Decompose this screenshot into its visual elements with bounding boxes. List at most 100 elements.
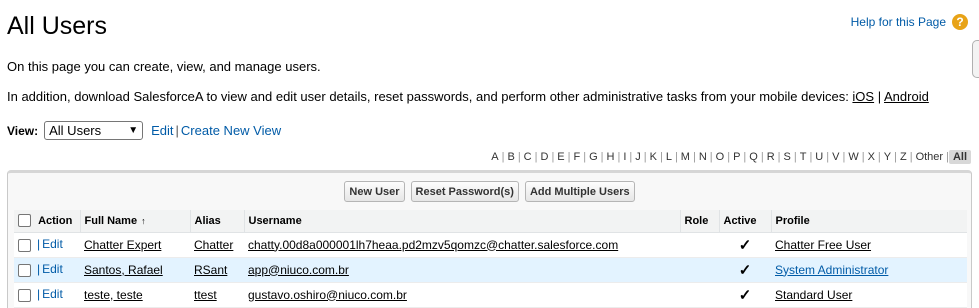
row-checkbox[interactable] — [18, 263, 31, 277]
full-name-cell: Chatter Expert — [80, 232, 190, 258]
view-links: Edit | Create New View — [151, 123, 281, 138]
username-cell: app@niuco.com.br — [244, 257, 680, 283]
users-list-panel: New User Reset Password(s) Add Multiple … — [7, 170, 972, 308]
alphabet-filter-h[interactable]: H — [604, 151, 618, 163]
alias-cell: RSant — [190, 257, 244, 283]
table-row: | Edit Chatter Expert Chatter chatty.00d8a00… — [14, 232, 967, 258]
active-cell: ✓ — [719, 257, 771, 283]
username-link[interactable]: gustavo.oshiro@niuco.com.br — [248, 288, 407, 302]
edit-user-link[interactable]: Edit — [42, 262, 63, 276]
page-title: All Users — [7, 12, 108, 40]
edit-user-link[interactable]: Edit — [42, 287, 63, 301]
profile-link[interactable]: Standard User — [775, 288, 852, 302]
alphabet-filter-d[interactable]: D — [537, 151, 551, 163]
sort-ascending-icon: ↑ — [141, 215, 146, 226]
help-area: Help for this Page ? — [851, 14, 968, 30]
role-cell — [680, 282, 719, 308]
alphabet-filter-p[interactable]: P — [730, 151, 743, 163]
ios-link[interactable]: iOS — [852, 89, 874, 104]
alphabet-filter-n[interactable]: N — [696, 151, 710, 163]
alphabet-filter-u[interactable]: U — [812, 151, 826, 163]
alias-link[interactable]: RSant — [194, 263, 227, 277]
alias-link[interactable]: Chatter — [194, 238, 233, 252]
action-cell: | Edit — [14, 232, 80, 258]
column-header-username[interactable]: Username — [243, 210, 680, 233]
android-link[interactable]: Android — [884, 89, 929, 104]
alphabet-filter-y[interactable]: Y — [881, 151, 894, 163]
user-name-link[interactable]: Chatter Expert — [84, 238, 161, 252]
column-label-full-name: Full Name — [84, 214, 138, 227]
view-select[interactable]: All Users ▼ — [44, 121, 144, 140]
alphabet-filter-c[interactable]: C — [521, 151, 535, 163]
alphabet-filter-o[interactable]: O — [713, 151, 728, 163]
alphabet-filter-j[interactable]: J — [632, 151, 644, 163]
full-name-cell: Santos, Rafael — [80, 257, 190, 283]
profile-cell: Chatter Free User — [771, 232, 967, 258]
view-link-separator: | — [175, 123, 179, 138]
alphabet-filter-a[interactable]: A — [488, 151, 501, 163]
alphabet-filter-i[interactable]: I — [620, 151, 629, 163]
action-cell: | Edit — [14, 282, 80, 308]
alphabet-filter: A | B | C | D | E | F | G | H | I | J | K | L | M | N | O | P | Q | R | S | T |… — [488, 150, 971, 164]
alphabet-filter-s[interactable]: S — [781, 151, 794, 163]
role-cell — [680, 257, 719, 283]
row-checkbox[interactable] — [18, 288, 31, 302]
alphabet-filter-g[interactable]: G — [586, 151, 601, 163]
table-header-row: Action Full Name ↑ Alias Username Role Ac… — [14, 210, 967, 233]
alias-cell: Chatter — [190, 232, 244, 258]
profile-link[interactable]: Chatter Free User — [775, 238, 871, 252]
username-link[interactable]: chatty.00d8a000001lh7heaa.pd2mzv5qomzc@c… — [248, 238, 618, 252]
alphabet-filter-m[interactable]: M — [678, 151, 693, 163]
alphabet-filter-x[interactable]: X — [865, 151, 878, 163]
column-header-full-name[interactable]: Full Name ↑ — [79, 210, 190, 233]
checkmark-icon: ✓ — [738, 261, 752, 279]
action-separator: | — [37, 237, 41, 252]
alphabet-filter-b[interactable]: B — [504, 151, 517, 163]
reset-password-button[interactable]: Reset Password(s) — [410, 181, 519, 202]
help-icon[interactable]: ? — [952, 14, 968, 30]
username-link[interactable]: app@niuco.com.br — [248, 263, 349, 277]
profile-cell: Standard User — [771, 282, 967, 308]
alphabet-filter-q[interactable]: Q — [746, 151, 761, 163]
user-name-link[interactable]: Santos, Rafael — [84, 263, 163, 277]
active-cell: ✓ — [719, 232, 771, 258]
mobile-intro-text: In addition, download SalesforceA to vie… — [7, 89, 929, 104]
alphabet-filter-e[interactable]: E — [554, 151, 567, 163]
column-header-action: Action — [14, 210, 80, 233]
row-checkbox[interactable] — [18, 238, 31, 252]
column-header-active[interactable]: Active — [718, 210, 771, 233]
chevron-down-icon: ▼ — [128, 125, 139, 136]
alias-link[interactable]: ttest — [194, 288, 217, 302]
column-header-role[interactable]: Role — [679, 210, 719, 233]
users-table: Action Full Name ↑ Alias Username Role Ac… — [14, 210, 967, 308]
alphabet-filter-l[interactable]: L — [663, 151, 675, 163]
select-all-checkbox[interactable] — [18, 214, 31, 228]
checkmark-icon: ✓ — [738, 236, 752, 254]
edit-user-link[interactable]: Edit — [42, 237, 63, 251]
alphabet-filter-w[interactable]: W — [845, 151, 861, 163]
help-link[interactable]: Help for this Page — [851, 15, 946, 29]
alphabet-filter-f[interactable]: F — [571, 151, 584, 163]
alphabet-filter-t[interactable]: T — [797, 151, 810, 163]
column-header-alias[interactable]: Alias — [189, 210, 244, 233]
column-header-profile[interactable]: Profile — [770, 210, 967, 233]
new-user-button[interactable]: New User — [344, 181, 405, 202]
scrollbar-handle[interactable] — [972, 40, 979, 78]
checkmark-icon: ✓ — [738, 286, 752, 304]
edit-view-link[interactable]: Edit — [151, 123, 173, 138]
alphabet-filter-z[interactable]: Z — [897, 151, 910, 163]
profile-link[interactable]: System Administrator — [775, 263, 888, 277]
alphabet-filter-k[interactable]: K — [647, 151, 660, 163]
mobile-intro-prefix: In addition, download SalesforceA to vie… — [7, 89, 853, 104]
create-new-view-link[interactable]: Create New View — [181, 123, 281, 138]
view-select-value: All Users — [49, 123, 102, 138]
add-multiple-users-button[interactable]: Add Multiple Users — [524, 181, 635, 202]
user-name-link[interactable]: teste, teste — [84, 288, 143, 302]
view-label: View: — [7, 123, 39, 138]
alphabet-filter-v[interactable]: V — [829, 151, 842, 163]
view-selector-row: View: All Users ▼ Edit | Create New View — [7, 121, 281, 140]
action-cell: | Edit — [14, 257, 80, 283]
alphabet-filter-r[interactable]: R — [764, 151, 778, 163]
alphabet-filter-all[interactable]: All — [948, 150, 971, 164]
alphabet-filter-other[interactable]: Other — [913, 151, 947, 163]
